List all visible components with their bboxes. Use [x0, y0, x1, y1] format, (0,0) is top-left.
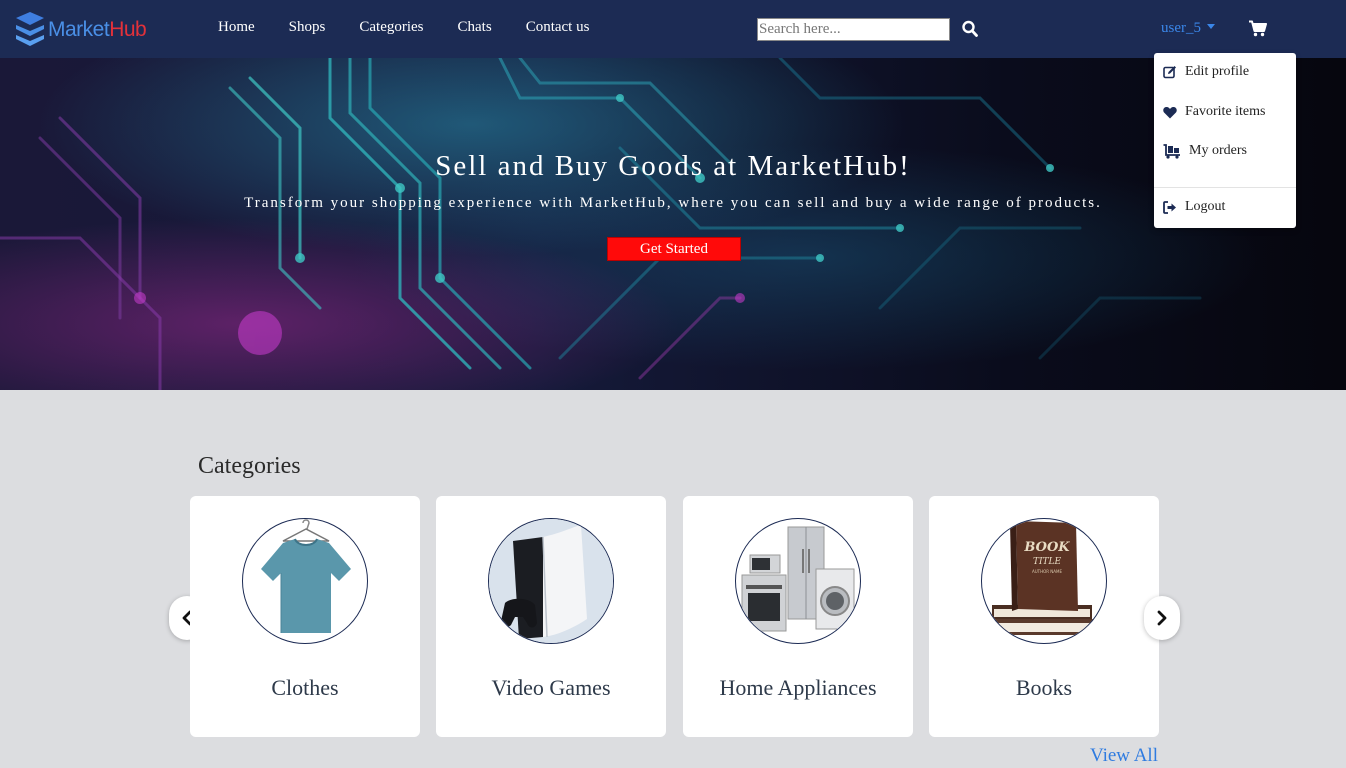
category-image [735, 518, 861, 644]
category-image [488, 518, 614, 644]
username: user_5 [1161, 20, 1201, 36]
category-card-video-games[interactable]: Video Games [436, 496, 666, 737]
heart-icon [1163, 106, 1177, 118]
nav-chats[interactable]: Chats [458, 19, 492, 36]
tshirt-image [261, 519, 351, 633]
category-label: Books [1015, 675, 1073, 700]
nav-shops[interactable]: Shops [289, 19, 326, 36]
dropdown-logout[interactable]: Logout [1154, 192, 1296, 222]
category-label: Home Appliances [719, 675, 877, 700]
category-label: Video Games [491, 675, 611, 700]
nav-home[interactable]: Home [218, 19, 255, 36]
chevron-right-icon [1157, 610, 1167, 626]
user-dropdown: Edit profile Favorite items My orders Lo… [1154, 53, 1296, 228]
hero-title: Sell and Buy Goods at MarketHub! [435, 150, 911, 182]
appliances-image [741, 526, 855, 632]
dropdown-my-orders[interactable]: My orders [1154, 136, 1296, 166]
carousel-next-button[interactable] [1144, 596, 1180, 640]
dropdown-edit-profile[interactable]: Edit profile [1154, 57, 1296, 87]
caret-down-icon [1207, 24, 1215, 29]
dropdown-label: Logout [1185, 199, 1226, 214]
cart-flatbed-icon [1163, 143, 1180, 159]
dropdown-favorites[interactable]: Favorite items [1154, 97, 1296, 127]
edit-icon [1163, 66, 1176, 79]
hero-banner: Sell and Buy Goods at MarketHub! Transfo… [0, 58, 1346, 390]
dropdown-label: Favorite items [1185, 104, 1266, 119]
user-menu-toggle[interactable]: user_5 [1161, 20, 1215, 37]
books-image: BOOK TITLE AUTHOR NAME [988, 521, 1094, 635]
category-label: Clothes [271, 675, 339, 700]
book-cover-author: AUTHOR NAME [1032, 569, 1062, 574]
navbar: MarketHub Home Shops Categories Chats Co… [0, 0, 1346, 58]
category-card-clothes[interactable]: Clothes [190, 496, 420, 737]
main-nav: Home Shops Categories Chats Contact us [218, 19, 623, 36]
search-icon[interactable] [962, 20, 978, 38]
game-console-image [489, 519, 613, 643]
dropdown-divider [1154, 187, 1296, 188]
cart-icon[interactable] [1249, 20, 1267, 37]
category-image [242, 518, 368, 644]
logout-icon [1163, 200, 1176, 214]
book-cover-title: BOOK [1023, 540, 1070, 555]
circuit-background-image [0, 58, 1202, 390]
dropdown-label: Edit profile [1185, 64, 1250, 79]
book-cover-subtitle: TITLE [1033, 557, 1062, 567]
nav-categories[interactable]: Categories [359, 19, 423, 36]
get-started-button[interactable]: Get Started [607, 237, 741, 261]
category-card-books[interactable]: BOOK TITLE AUTHOR NAME Books [929, 496, 1159, 737]
category-card-home-appliances[interactable]: Home Appliances [683, 496, 913, 737]
brand-logo[interactable]: MarketHub [14, 12, 147, 48]
logo-icon [16, 12, 44, 46]
category-image: BOOK TITLE AUTHOR NAME [981, 518, 1107, 644]
nav-contact[interactable]: Contact us [526, 19, 590, 36]
categories-title: Categories [198, 453, 301, 479]
search-input[interactable] [757, 18, 950, 41]
dropdown-label: My orders [1189, 143, 1247, 158]
brand-name: MarketHub [48, 18, 147, 41]
hero-subtitle: Transform your shopping experience with … [244, 195, 1102, 211]
view-all-link[interactable]: View All [1090, 745, 1158, 767]
